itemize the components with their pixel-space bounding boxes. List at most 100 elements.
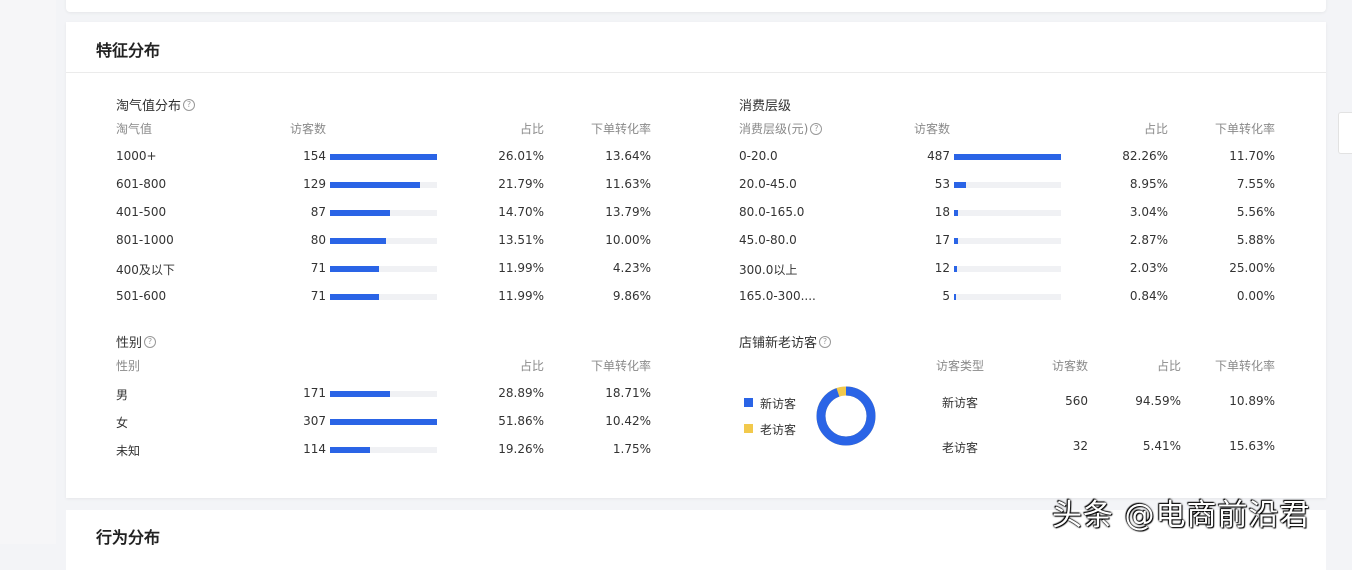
legend-old-swatch bbox=[744, 424, 753, 433]
row-bar-track bbox=[330, 294, 437, 300]
row-visitors: 71 bbox=[310, 289, 326, 303]
gender-title-text: 性别 bbox=[116, 336, 143, 351]
row-visitors: 487 bbox=[927, 149, 950, 163]
row-bar-fill bbox=[330, 391, 390, 397]
row-label: 男 bbox=[116, 388, 129, 402]
row-conversion: 4.23% bbox=[612, 261, 651, 275]
row-label: 女 bbox=[116, 416, 129, 430]
row-bar-track bbox=[954, 182, 1061, 188]
newold-header-visitors: 访客数 bbox=[1051, 359, 1088, 373]
row-label: 新访客 bbox=[942, 396, 979, 410]
feature-distribution-card: 特征分布 淘气值分布 ? 淘气值 访客数 占比 下单转化率 1000+ 154 26… bbox=[66, 22, 1326, 498]
gender-header-label: 性别 bbox=[116, 359, 141, 373]
legend-new-swatch bbox=[744, 398, 753, 407]
gender-panel-title: 性别 ? bbox=[116, 332, 157, 351]
side-panel-toggle[interactable] bbox=[1338, 112, 1352, 154]
row-conversion: 5.56% bbox=[1236, 205, 1275, 219]
row-ratio: 0.84% bbox=[1129, 289, 1168, 303]
row-visitors: 114 bbox=[303, 442, 326, 456]
row-bar-fill bbox=[330, 266, 380, 272]
newold-panel-title: 店铺新老访客 ? bbox=[739, 332, 832, 351]
row-ratio: 94.59% bbox=[1135, 394, 1181, 408]
row-visitors: 17 bbox=[934, 233, 950, 247]
row-bar-fill bbox=[330, 210, 390, 216]
row-conversion: 13.79% bbox=[605, 205, 651, 219]
row-ratio: 2.03% bbox=[1129, 261, 1168, 275]
taoqi-panel-title: 淘气值分布 ? bbox=[116, 95, 196, 114]
row-conversion: 0.00% bbox=[1236, 289, 1275, 303]
row-bar-track bbox=[954, 294, 1061, 300]
taoqi-header-label: 淘气值 bbox=[116, 122, 153, 136]
newold-header-type: 访客类型 bbox=[936, 359, 985, 373]
taoqi-header-ratio: 占比 bbox=[519, 122, 544, 136]
row-bar-fill bbox=[330, 294, 380, 300]
row-conversion: 1.75% bbox=[612, 442, 651, 456]
row-ratio: 11.99% bbox=[498, 261, 544, 275]
spend-header-conversion: 下单转化率 bbox=[1214, 122, 1275, 136]
row-ratio: 13.51% bbox=[498, 233, 544, 247]
row-bar-fill bbox=[954, 294, 956, 300]
row-bar-fill bbox=[954, 266, 957, 272]
row-conversion: 11.70% bbox=[1229, 149, 1275, 163]
row-bar-track bbox=[954, 238, 1061, 244]
row-visitors: 80 bbox=[310, 233, 326, 247]
row-conversion: 10.00% bbox=[605, 233, 651, 247]
previous-card bbox=[66, 0, 1326, 12]
left-sidebar-strip bbox=[0, 0, 56, 544]
row-visitors: 129 bbox=[303, 177, 326, 191]
help-icon[interactable]: ? bbox=[183, 98, 196, 111]
row-bar-fill bbox=[330, 238, 386, 244]
row-label: 老访客 bbox=[942, 441, 979, 455]
row-bar-fill bbox=[954, 182, 966, 188]
row-label: 0-20.0 bbox=[739, 149, 778, 163]
row-bar-track bbox=[954, 154, 1061, 160]
spend-header-label-text: 消费层级(元) bbox=[739, 122, 809, 136]
row-visitors: 154 bbox=[303, 149, 326, 163]
row-bar-fill bbox=[330, 154, 437, 160]
row-conversion: 10.89% bbox=[1229, 394, 1275, 408]
row-visitors: 560 bbox=[1065, 394, 1088, 408]
row-label: 300.0以上 bbox=[739, 263, 798, 277]
row-conversion: 9.86% bbox=[612, 289, 651, 303]
row-visitors: 12 bbox=[934, 261, 950, 275]
title-divider bbox=[66, 72, 1326, 73]
row-visitors: 87 bbox=[310, 205, 326, 219]
watermark: 头条 @电商前沿君 bbox=[1052, 498, 1311, 533]
row-conversion: 7.55% bbox=[1236, 177, 1275, 191]
row-bar-track bbox=[330, 154, 437, 160]
row-visitors: 53 bbox=[934, 177, 950, 191]
row-bar-track bbox=[330, 419, 437, 425]
row-ratio: 26.01% bbox=[498, 149, 544, 163]
row-conversion: 10.42% bbox=[605, 414, 651, 428]
help-icon[interactable]: ? bbox=[144, 335, 157, 348]
help-icon[interactable]: ? bbox=[810, 122, 823, 135]
row-ratio: 51.86% bbox=[498, 414, 544, 428]
row-label: 501-600 bbox=[116, 289, 167, 303]
spend-header-ratio: 占比 bbox=[1143, 122, 1168, 136]
row-ratio: 11.99% bbox=[498, 289, 544, 303]
donut-new-segment bbox=[816, 386, 876, 446]
newold-header-ratio: 占比 bbox=[1156, 359, 1181, 373]
row-ratio: 14.70% bbox=[498, 205, 544, 219]
row-bar-fill bbox=[954, 238, 958, 244]
row-visitors: 32 bbox=[1072, 439, 1088, 453]
help-icon[interactable]: ? bbox=[819, 335, 832, 348]
row-label: 801-1000 bbox=[116, 233, 174, 247]
visitor-donut-chart bbox=[816, 386, 876, 446]
row-visitors: 171 bbox=[303, 386, 326, 400]
row-ratio: 5.41% bbox=[1142, 439, 1181, 453]
row-label: 601-800 bbox=[116, 177, 167, 191]
row-label: 未知 bbox=[116, 444, 141, 458]
newold-title-text: 店铺新老访客 bbox=[739, 336, 818, 351]
row-conversion: 11.63% bbox=[605, 177, 651, 191]
row-bar-track bbox=[330, 182, 437, 188]
row-bar-fill bbox=[330, 419, 437, 425]
row-bar-track bbox=[330, 210, 437, 216]
spend-header-label: 消费层级(元) ? bbox=[739, 120, 823, 137]
spend-title-text: 消费层级 bbox=[739, 99, 792, 114]
taoqi-header-visitors: 访客数 bbox=[290, 122, 327, 136]
row-visitors: 71 bbox=[310, 261, 326, 275]
row-conversion: 25.00% bbox=[1229, 261, 1275, 275]
spend-panel-title: 消费层级 bbox=[739, 95, 791, 114]
row-label: 20.0-45.0 bbox=[739, 177, 797, 191]
